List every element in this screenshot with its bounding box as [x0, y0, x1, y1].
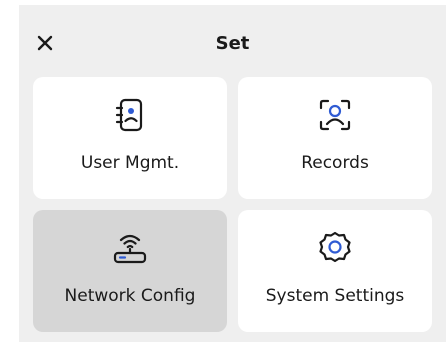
header: Set — [19, 5, 446, 75]
tile-label: System Settings — [265, 286, 405, 306]
tile-network-config[interactable]: Network Config — [33, 210, 227, 332]
face-scan-icon — [319, 99, 351, 131]
tile-system-settings[interactable]: System Settings — [238, 210, 432, 332]
tile-label: User Mgmt. — [80, 153, 180, 173]
settings-panel: Set User Mgmt. Records Network Config Sy… — [19, 5, 446, 342]
gear-icon — [319, 231, 351, 263]
page-title: Set — [215, 33, 250, 54]
tile-user-mgmt[interactable]: User Mgmt. — [33, 77, 227, 199]
wifi-router-icon — [113, 234, 147, 264]
tile-records[interactable]: Records — [238, 77, 432, 199]
tile-label: Network Config — [64, 286, 196, 306]
tile-label: Records — [301, 153, 369, 173]
contact-book-icon — [115, 98, 143, 132]
